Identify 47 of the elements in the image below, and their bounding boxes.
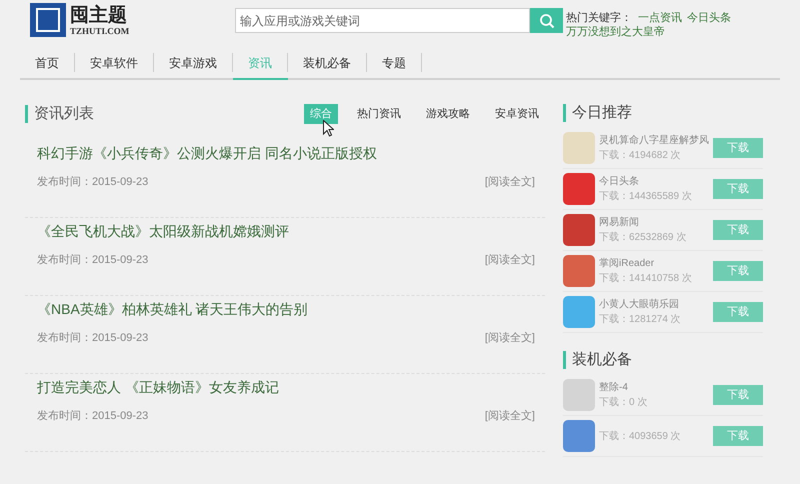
publish-date: 发布时间：2015-09-23 — [37, 175, 148, 190]
publish-date: 发布时间：2015-09-23 — [37, 331, 148, 346]
search-field[interactable]: 输入应用或游戏关键词 — [235, 8, 530, 33]
read-more-link[interactable]: [阅读全文] — [484, 330, 535, 346]
search-button[interactable] — [530, 8, 563, 33]
publish-date: 发布时间：2015-09-23 — [37, 253, 148, 268]
filter-tab[interactable]: 热门资讯 — [351, 104, 407, 124]
read-more-link[interactable]: [阅读全文] — [484, 174, 535, 190]
keyword-link[interactable]: 万万没想到之大皇帝 — [566, 26, 665, 38]
logo-title: 囤主题 — [70, 4, 128, 26]
filter-tab[interactable]: 游戏攻略 — [420, 104, 476, 124]
read-more-link[interactable]: [阅读全文] — [484, 252, 535, 268]
download-count: 下载：4194682 次 — [599, 148, 682, 163]
article-title-link[interactable]: 科幻手游《小兵传奇》公测火爆开启 同名小说正版授权 — [37, 140, 535, 174]
publish-date: 发布时间：2015-09-23 — [37, 409, 148, 424]
nav-tab[interactable]: 安卓游戏 — [154, 53, 233, 72]
download-count: 下载：144365589 次 — [599, 190, 693, 204]
download-count: 下载：0 次 — [599, 396, 648, 410]
logo-icon — [30, 3, 66, 37]
section-title: 装机必备 — [563, 351, 763, 369]
download-count: 下载：1281274 次 — [599, 312, 682, 327]
download-count: 下载：141410758 次 — [599, 272, 693, 286]
section-title: 今日推荐 — [563, 104, 763, 122]
app-name: 掌阅iReader — [599, 256, 656, 271]
article-title-link[interactable]: 打造完美恋人 《正妹物语》女友养成记 — [37, 374, 535, 408]
app-name: 小黄人大眼萌乐园 — [599, 298, 680, 312]
app-name: 网易新闻 — [599, 216, 640, 230]
nav-tab[interactable]: 装机必备 — [288, 53, 367, 72]
section-title: 资讯列表 — [25, 105, 94, 123]
app-name: 灵机算命八字星座解梦风 — [599, 134, 709, 148]
nav-tab[interactable]: 专题 — [367, 53, 422, 72]
download-count: 下载：62532869 次 — [599, 230, 688, 245]
nav-tab[interactable]: 首页 — [20, 53, 75, 72]
download-count: 下载：4093659 次 — [599, 430, 682, 444]
article-title-link[interactable]: 《全民飞机大战》太阳级新战机嫦娥测评 — [37, 218, 535, 252]
keyword-link[interactable]: 今日头条 — [687, 12, 731, 24]
app-name: 今日头条 — [599, 174, 640, 189]
app-name: 整除-4 — [599, 381, 629, 395]
keyword-link[interactable]: 一点资讯 — [638, 12, 682, 24]
search-icon — [538, 12, 554, 28]
read-more-link[interactable]: [阅读全文] — [484, 408, 535, 424]
filter-tab[interactable]: 安卓资讯 — [489, 104, 545, 124]
hot-keywords-label: 热门关键字： — [566, 12, 632, 24]
nav-tab[interactable]: 安卓软件 — [75, 53, 154, 72]
cursor-icon — [323, 120, 334, 137]
article-title-link[interactable]: 《NBA英雄》柏林英雄礼 诸天王伟大的告别 — [37, 296, 535, 330]
logo-subtitle: TZHUTI.COM — [70, 26, 130, 36]
